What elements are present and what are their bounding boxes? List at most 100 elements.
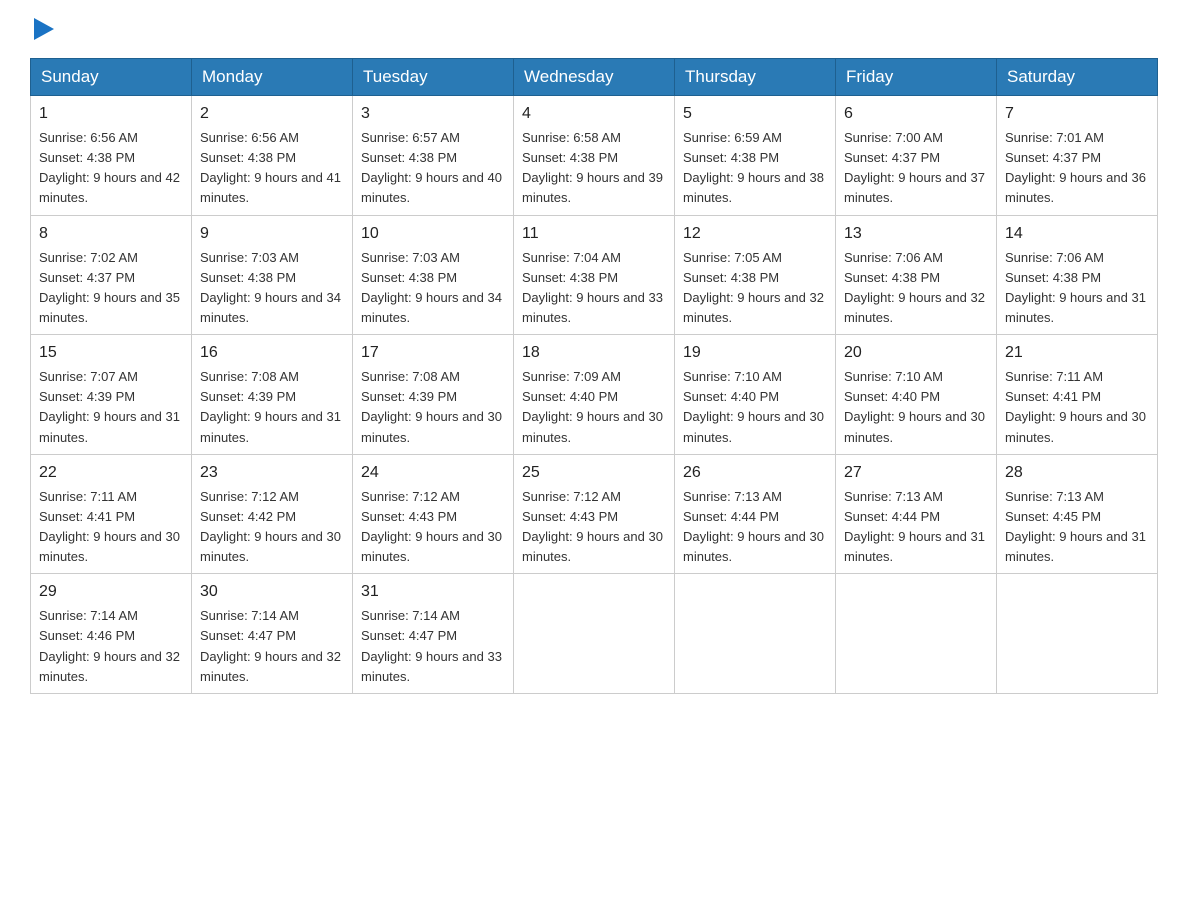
day-info: Sunrise: 7:13 AMSunset: 4:45 PMDaylight:…	[1005, 487, 1149, 568]
day-info: Sunrise: 6:56 AMSunset: 4:38 PMDaylight:…	[39, 128, 183, 209]
day-number: 26	[683, 461, 827, 485]
day-info: Sunrise: 7:05 AMSunset: 4:38 PMDaylight:…	[683, 248, 827, 329]
calendar-cell: 24Sunrise: 7:12 AMSunset: 4:43 PMDayligh…	[353, 454, 514, 574]
calendar-cell: 6Sunrise: 7:00 AMSunset: 4:37 PMDaylight…	[836, 96, 997, 216]
day-number: 20	[844, 341, 988, 365]
day-number: 24	[361, 461, 505, 485]
day-number: 19	[683, 341, 827, 365]
day-number: 17	[361, 341, 505, 365]
column-header-wednesday: Wednesday	[514, 59, 675, 96]
calendar-cell: 11Sunrise: 7:04 AMSunset: 4:38 PMDayligh…	[514, 215, 675, 335]
day-number: 21	[1005, 341, 1149, 365]
day-info: Sunrise: 6:56 AMSunset: 4:38 PMDaylight:…	[200, 128, 344, 209]
calendar-cell: 25Sunrise: 7:12 AMSunset: 4:43 PMDayligh…	[514, 454, 675, 574]
calendar-cell: 5Sunrise: 6:59 AMSunset: 4:38 PMDaylight…	[675, 96, 836, 216]
column-header-saturday: Saturday	[997, 59, 1158, 96]
day-info: Sunrise: 7:12 AMSunset: 4:42 PMDaylight:…	[200, 487, 344, 568]
calendar-cell	[675, 574, 836, 694]
day-number: 22	[39, 461, 183, 485]
column-header-tuesday: Tuesday	[353, 59, 514, 96]
day-info: Sunrise: 7:07 AMSunset: 4:39 PMDaylight:…	[39, 367, 183, 448]
day-number: 13	[844, 222, 988, 246]
calendar-week-row: 1Sunrise: 6:56 AMSunset: 4:38 PMDaylight…	[31, 96, 1158, 216]
calendar-week-row: 22Sunrise: 7:11 AMSunset: 4:41 PMDayligh…	[31, 454, 1158, 574]
day-info: Sunrise: 7:06 AMSunset: 4:38 PMDaylight:…	[1005, 248, 1149, 329]
calendar-cell: 21Sunrise: 7:11 AMSunset: 4:41 PMDayligh…	[997, 335, 1158, 455]
calendar-cell: 27Sunrise: 7:13 AMSunset: 4:44 PMDayligh…	[836, 454, 997, 574]
calendar-cell: 19Sunrise: 7:10 AMSunset: 4:40 PMDayligh…	[675, 335, 836, 455]
column-header-thursday: Thursday	[675, 59, 836, 96]
day-number: 12	[683, 222, 827, 246]
calendar-cell	[997, 574, 1158, 694]
calendar-week-row: 8Sunrise: 7:02 AMSunset: 4:37 PMDaylight…	[31, 215, 1158, 335]
day-info: Sunrise: 6:59 AMSunset: 4:38 PMDaylight:…	[683, 128, 827, 209]
calendar-week-row: 15Sunrise: 7:07 AMSunset: 4:39 PMDayligh…	[31, 335, 1158, 455]
column-header-sunday: Sunday	[31, 59, 192, 96]
day-number: 3	[361, 102, 505, 126]
day-number: 25	[522, 461, 666, 485]
day-number: 8	[39, 222, 183, 246]
day-number: 4	[522, 102, 666, 126]
day-info: Sunrise: 7:08 AMSunset: 4:39 PMDaylight:…	[200, 367, 344, 448]
day-info: Sunrise: 6:58 AMSunset: 4:38 PMDaylight:…	[522, 128, 666, 209]
day-number: 7	[1005, 102, 1149, 126]
day-info: Sunrise: 7:10 AMSunset: 4:40 PMDaylight:…	[844, 367, 988, 448]
day-number: 1	[39, 102, 183, 126]
day-info: Sunrise: 7:08 AMSunset: 4:39 PMDaylight:…	[361, 367, 505, 448]
calendar-cell: 13Sunrise: 7:06 AMSunset: 4:38 PMDayligh…	[836, 215, 997, 335]
column-header-friday: Friday	[836, 59, 997, 96]
calendar-cell: 29Sunrise: 7:14 AMSunset: 4:46 PMDayligh…	[31, 574, 192, 694]
calendar-cell: 16Sunrise: 7:08 AMSunset: 4:39 PMDayligh…	[192, 335, 353, 455]
logo-triangle-icon	[32, 18, 54, 40]
day-number: 23	[200, 461, 344, 485]
day-number: 14	[1005, 222, 1149, 246]
day-info: Sunrise: 7:02 AMSunset: 4:37 PMDaylight:…	[39, 248, 183, 329]
day-number: 27	[844, 461, 988, 485]
day-info: Sunrise: 7:03 AMSunset: 4:38 PMDaylight:…	[361, 248, 505, 329]
calendar-cell: 30Sunrise: 7:14 AMSunset: 4:47 PMDayligh…	[192, 574, 353, 694]
day-info: Sunrise: 7:13 AMSunset: 4:44 PMDaylight:…	[683, 487, 827, 568]
calendar-table: SundayMondayTuesdayWednesdayThursdayFrid…	[30, 58, 1158, 694]
day-number: 31	[361, 580, 505, 604]
day-info: Sunrise: 7:03 AMSunset: 4:38 PMDaylight:…	[200, 248, 344, 329]
calendar-cell: 8Sunrise: 7:02 AMSunset: 4:37 PMDaylight…	[31, 215, 192, 335]
logo	[30, 20, 54, 40]
day-info: Sunrise: 7:01 AMSunset: 4:37 PMDaylight:…	[1005, 128, 1149, 209]
calendar-cell: 28Sunrise: 7:13 AMSunset: 4:45 PMDayligh…	[997, 454, 1158, 574]
day-info: Sunrise: 7:14 AMSunset: 4:47 PMDaylight:…	[200, 606, 344, 687]
day-number: 9	[200, 222, 344, 246]
day-number: 30	[200, 580, 344, 604]
day-info: Sunrise: 7:12 AMSunset: 4:43 PMDaylight:…	[361, 487, 505, 568]
day-number: 15	[39, 341, 183, 365]
day-info: Sunrise: 7:10 AMSunset: 4:40 PMDaylight:…	[683, 367, 827, 448]
day-info: Sunrise: 7:06 AMSunset: 4:38 PMDaylight:…	[844, 248, 988, 329]
column-header-monday: Monday	[192, 59, 353, 96]
day-info: Sunrise: 7:11 AMSunset: 4:41 PMDaylight:…	[1005, 367, 1149, 448]
calendar-cell: 2Sunrise: 6:56 AMSunset: 4:38 PMDaylight…	[192, 96, 353, 216]
day-number: 5	[683, 102, 827, 126]
calendar-cell: 1Sunrise: 6:56 AMSunset: 4:38 PMDaylight…	[31, 96, 192, 216]
calendar-cell	[836, 574, 997, 694]
calendar-cell: 15Sunrise: 7:07 AMSunset: 4:39 PMDayligh…	[31, 335, 192, 455]
day-info: Sunrise: 7:12 AMSunset: 4:43 PMDaylight:…	[522, 487, 666, 568]
day-info: Sunrise: 7:09 AMSunset: 4:40 PMDaylight:…	[522, 367, 666, 448]
calendar-cell: 14Sunrise: 7:06 AMSunset: 4:38 PMDayligh…	[997, 215, 1158, 335]
calendar-cell: 23Sunrise: 7:12 AMSunset: 4:42 PMDayligh…	[192, 454, 353, 574]
day-number: 28	[1005, 461, 1149, 485]
calendar-cell: 9Sunrise: 7:03 AMSunset: 4:38 PMDaylight…	[192, 215, 353, 335]
day-number: 18	[522, 341, 666, 365]
calendar-cell: 20Sunrise: 7:10 AMSunset: 4:40 PMDayligh…	[836, 335, 997, 455]
day-info: Sunrise: 7:11 AMSunset: 4:41 PMDaylight:…	[39, 487, 183, 568]
day-number: 6	[844, 102, 988, 126]
calendar-header-row: SundayMondayTuesdayWednesdayThursdayFrid…	[31, 59, 1158, 96]
page-header	[30, 20, 1158, 40]
day-number: 11	[522, 222, 666, 246]
day-number: 16	[200, 341, 344, 365]
calendar-cell: 7Sunrise: 7:01 AMSunset: 4:37 PMDaylight…	[997, 96, 1158, 216]
calendar-cell: 12Sunrise: 7:05 AMSunset: 4:38 PMDayligh…	[675, 215, 836, 335]
day-number: 29	[39, 580, 183, 604]
day-number: 10	[361, 222, 505, 246]
calendar-cell: 26Sunrise: 7:13 AMSunset: 4:44 PMDayligh…	[675, 454, 836, 574]
calendar-cell	[514, 574, 675, 694]
calendar-week-row: 29Sunrise: 7:14 AMSunset: 4:46 PMDayligh…	[31, 574, 1158, 694]
